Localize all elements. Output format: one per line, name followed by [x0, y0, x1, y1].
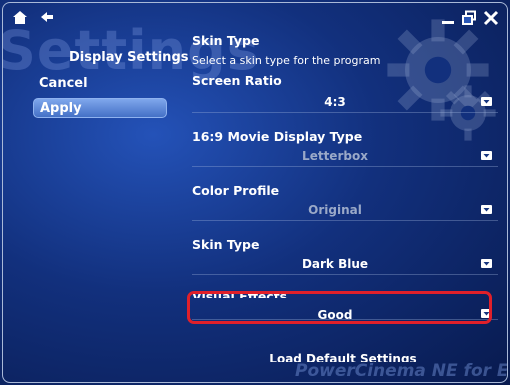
footer-brand: PowerCinema NE for Everio [295, 361, 508, 381]
skin-type-label: Skin Type [192, 237, 260, 252]
movie-display-value: Letterbox [302, 149, 368, 163]
home-icon[interactable] [13, 11, 27, 24]
movie-display-select[interactable]: Letterbox [192, 146, 498, 167]
movie-display-label: 16:9 Movie Display Type [192, 129, 363, 144]
skin-type-header: Skin Type [192, 33, 260, 48]
screen-ratio-select[interactable]: 4:3 [192, 92, 498, 113]
minimize-icon[interactable] [441, 10, 455, 26]
panel-title: Display Settings [69, 50, 189, 65]
apply-button[interactable]: Apply [33, 98, 167, 118]
skin-type-value: Dark Blue [301, 257, 369, 271]
app-window: Settings Display Settings Cancel Apply S… [2, 2, 508, 383]
skin-type-description: Select a skin type for the program [192, 54, 381, 67]
dropdown-arrow-icon [481, 97, 492, 106]
restore-icon[interactable] [461, 10, 477, 26]
color-profile-select[interactable]: Original [192, 200, 498, 221]
dropdown-arrow-icon [481, 259, 492, 268]
color-profile-value: Original [308, 203, 362, 217]
dropdown-arrow-icon [481, 205, 492, 214]
screen-ratio-value: 4:3 [324, 95, 346, 109]
screen-ratio-label: Screen Ratio [192, 73, 282, 88]
close-icon[interactable] [483, 10, 499, 26]
color-profile-label: Color Profile [192, 183, 280, 198]
visual-effects-highlight [187, 291, 492, 324]
nav-icons [13, 11, 53, 24]
window-controls [441, 10, 499, 26]
skin-type-select[interactable]: Dark Blue [192, 254, 498, 275]
back-icon[interactable] [41, 11, 53, 23]
cancel-button[interactable]: Cancel [39, 76, 88, 91]
dropdown-arrow-icon [481, 151, 492, 160]
